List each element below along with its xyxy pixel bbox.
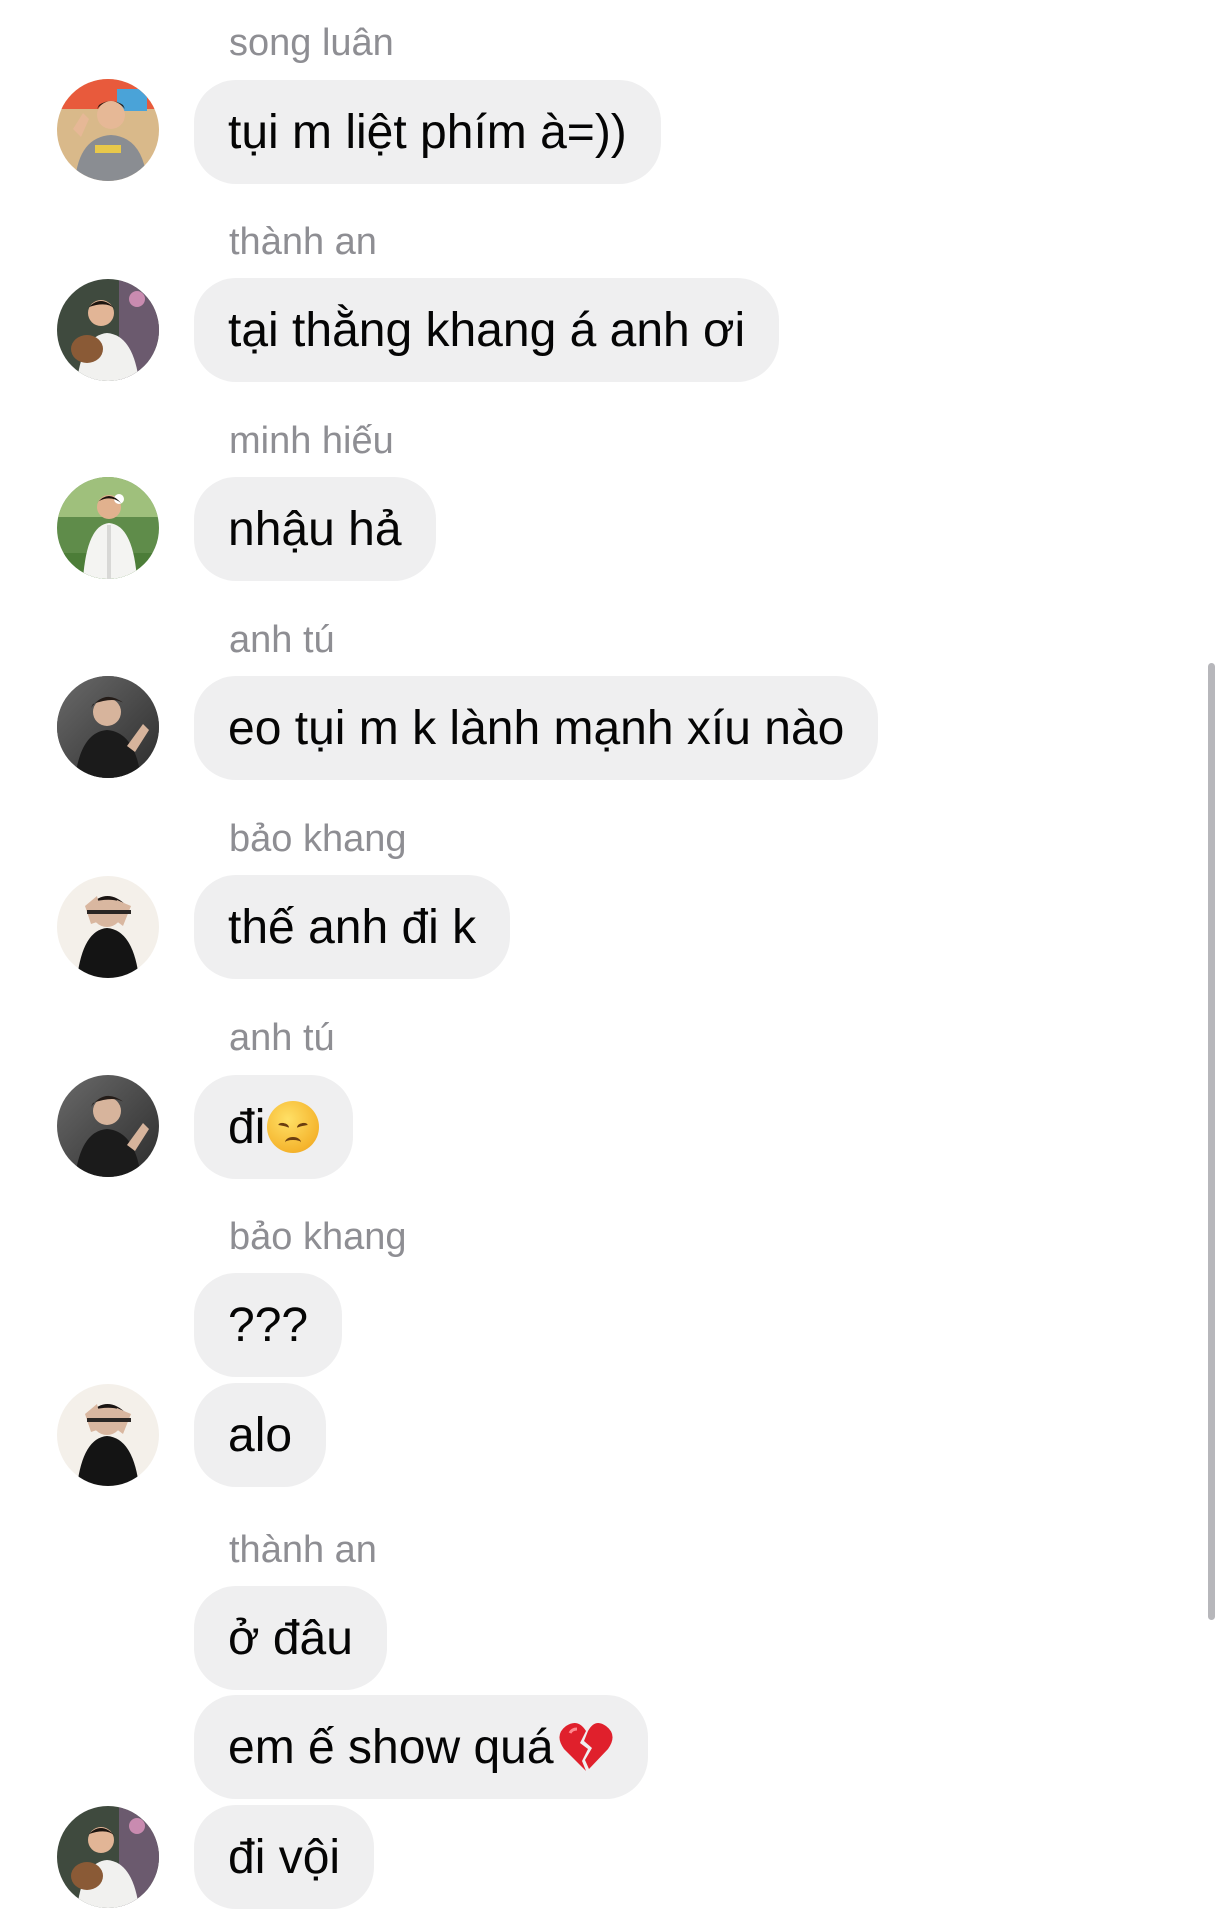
sender-name: bảo khang [229,818,407,860]
avatar-thanh-an[interactable] [57,279,159,381]
message-bubble[interactable]: tại thằng khang á anh ơi [194,278,780,382]
message-bubble[interactable]: đi [194,1075,354,1179]
message-text: ở đâu [228,1611,353,1665]
avatar-bao-khang[interactable] [57,876,159,978]
avatar-anh-tu[interactable] [57,1075,159,1177]
sender-name: anh tú [229,1017,335,1059]
scrollbar[interactable] [1208,663,1215,1620]
sender-name: anh tú [229,619,335,661]
message-text: alo [228,1408,293,1462]
message-text: em ế show quá [228,1720,554,1774]
message-bubble[interactable]: alo [194,1383,327,1487]
message-bubble[interactable]: ??? [194,1273,343,1377]
broken-heart-icon [558,1722,613,1771]
sender-name: thành an [229,221,377,263]
message-text: ??? [228,1298,309,1352]
message-text: nhậu hả [228,502,402,556]
message-text: thế anh đi k [228,900,477,954]
message-bubble[interactable]: nhậu hả [194,477,436,581]
sender-name: bảo khang [229,1216,407,1258]
avatar-anh-tu[interactable] [57,676,159,778]
message-bubble[interactable]: ở đâu [194,1586,387,1690]
sender-name: thành an [229,1529,377,1571]
message-text: eo tụi m k lành mạnh xíu nào [228,701,845,755]
message-bubble[interactable]: đi vội [194,1805,375,1909]
message-text: tụi m liệt phím à=)) [228,105,627,159]
message-text: đi vội [228,1830,341,1884]
message-bubble[interactable]: em ế show quá [194,1695,648,1799]
message-bubble[interactable]: thế anh đi k [194,875,511,979]
message-text: đi [228,1100,266,1154]
avatar-bao-khang[interactable] [57,1384,159,1486]
avatar-minh-hieu[interactable] [57,477,159,579]
sender-name: minh hiếu [229,420,394,462]
message-bubble[interactable]: tụi m liệt phím à=)) [194,80,661,184]
message-text: tại thằng khang á anh ơi [228,303,746,357]
avatar-song-luan[interactable] [57,79,159,181]
sender-name: song luân [229,22,394,64]
avatar-thanh-an[interactable] [57,1806,159,1908]
disappointed-face-icon [267,1101,320,1153]
message-bubble[interactable]: eo tụi m k lành mạnh xíu nào [194,676,879,780]
